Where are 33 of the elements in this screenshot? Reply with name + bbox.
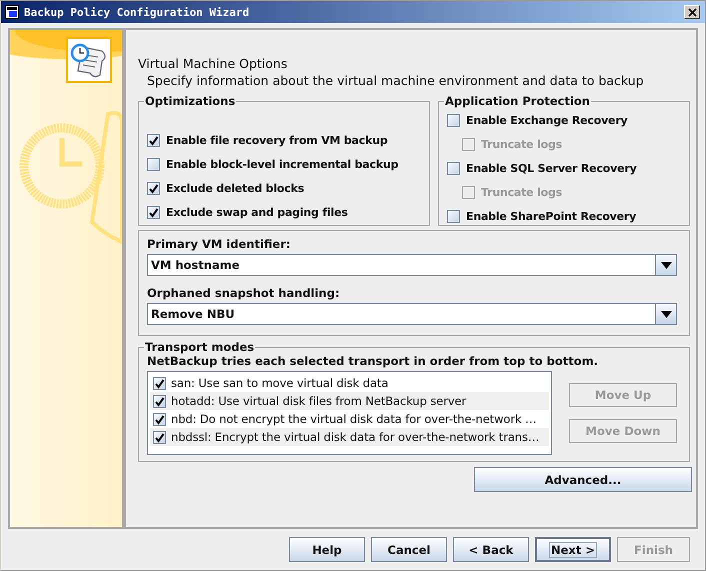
transport-list-item[interactable]: san: Use san to move virtual disk data — [150, 374, 549, 392]
checkbox-option[interactable]: Enable file recovery from VM backup — [147, 128, 423, 152]
transport-list-item[interactable]: nbdssl: Encrypt the virtual disk data for over-the-network trans… — [150, 428, 549, 446]
dropdown[interactable]: Remove NBU — [147, 303, 677, 325]
page-subtitle: Specify information about the virtual machine environment and data to backup — [147, 73, 645, 88]
close-icon — [688, 8, 696, 16]
checkbox-option[interactable]: Enable SQL Server Recovery — [447, 156, 683, 180]
wizard-button[interactable]: Next > — [535, 537, 611, 562]
window-title: Backup Policy Configuration Wizard — [24, 6, 250, 18]
window-icon — [5, 5, 19, 19]
wizard-button[interactable]: < Back — [453, 537, 529, 562]
clock-scroll-icon — [66, 37, 112, 83]
dropdown-arrow-icon — [660, 310, 672, 318]
group-title: Transport modes — [144, 340, 256, 354]
close-button[interactable] — [684, 5, 700, 19]
advanced-button[interactable]: Advanced... — [474, 467, 692, 492]
checkbox-option[interactable]: Enable SharePoint Recovery — [447, 204, 683, 228]
checkbox-option[interactable]: Exclude swap and paging files — [147, 200, 423, 224]
transport-description: NetBackup tries each selected transport in order from top to bottom. — [147, 354, 600, 368]
dropdown-arrow-icon — [660, 262, 672, 268]
page-title: Virtual Machine Options — [138, 56, 288, 71]
wizard-button[interactable]: Help — [289, 537, 365, 562]
transport-list-item[interactable]: hotadd: Use virtual disk files from NetBackup server — [150, 392, 549, 410]
wizard-button[interactable]: Cancel — [371, 537, 447, 562]
checkbox-option[interactable]: Exclude deleted blocks — [147, 176, 423, 200]
field-label: Orphaned snapshot handling: — [147, 286, 341, 300]
field-label: Primary VM identifier: — [147, 237, 292, 251]
checkbox-option[interactable]: Enable block-level incremental backup — [147, 152, 423, 176]
group-title: Optimizations — [144, 94, 236, 108]
transport-list-item[interactable]: nbd: Do not encrypt the virtual disk data for over-the-network … — [150, 410, 549, 428]
checkbox-option[interactable]: Enable Exchange Recovery — [447, 108, 683, 132]
dropdown[interactable]: VM hostname — [147, 254, 677, 276]
group-title: Application Protection — [444, 94, 591, 108]
